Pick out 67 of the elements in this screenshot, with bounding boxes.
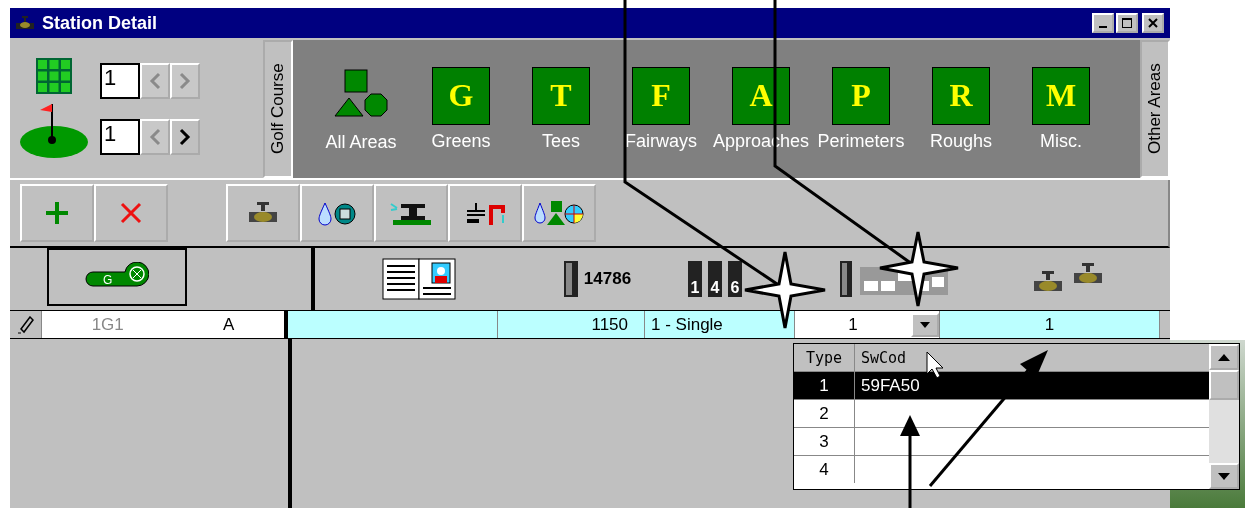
- id-card-icon: [382, 258, 458, 300]
- water-timer-icon: [317, 200, 357, 226]
- add-button[interactable]: [20, 184, 94, 242]
- scrollbar[interactable]: [1209, 344, 1239, 489]
- number-field[interactable]: 1: [100, 63, 140, 99]
- valve-icon: [16, 15, 34, 31]
- close-icon: [119, 201, 143, 225]
- chevron-left-icon: [149, 128, 161, 146]
- formula-button[interactable]: [448, 184, 522, 242]
- area-letter-tile: T: [532, 66, 590, 125]
- chevron-right-icon: [179, 72, 191, 90]
- area-button[interactable]: All Areas: [311, 65, 411, 153]
- area-button[interactable]: G Greens: [411, 66, 511, 152]
- area-button[interactable]: M Misc.: [1011, 66, 1111, 152]
- minimize-icon: [1099, 26, 1107, 28]
- area-button[interactable]: F Fairways: [611, 66, 711, 152]
- area-letter-tile: P: [832, 66, 890, 125]
- list-row[interactable]: 4: [794, 455, 1209, 483]
- valves-cell: 1: [940, 311, 1160, 338]
- window-title: Station Detail: [42, 12, 158, 34]
- water-shapes-icon: [533, 199, 585, 227]
- next-button[interactable]: [170, 119, 200, 155]
- area-button[interactable]: R Roughs: [911, 66, 1011, 152]
- mixed-areas-button[interactable]: [522, 184, 596, 242]
- caret-down-icon: [1218, 472, 1230, 480]
- maximize-button[interactable]: [1116, 13, 1138, 33]
- caret-down-icon: [920, 321, 930, 328]
- grid-icon: [36, 58, 72, 94]
- number-field[interactable]: 1: [100, 119, 140, 155]
- close-icon: [1148, 18, 1158, 28]
- sparkle-icon: [878, 230, 960, 308]
- maximize-icon: [1122, 18, 1132, 28]
- digit-indicator: 6: [728, 261, 742, 297]
- chevron-right-icon: [179, 128, 191, 146]
- caret-up-icon: [1218, 353, 1230, 361]
- tag-letter: G: [103, 274, 113, 287]
- other-areas-tab[interactable]: Other Areas: [1140, 40, 1170, 178]
- total-count: 14786: [583, 269, 632, 289]
- station-cell: 1G1: [91, 314, 124, 335]
- mode-cell: 1 - Single: [645, 311, 795, 338]
- meter-bar-icon: [563, 261, 578, 297]
- plus-icon: [44, 200, 70, 226]
- digit-indicator: 1: [688, 261, 702, 297]
- mouse-cursor-icon: [926, 351, 944, 379]
- type-dropdown[interactable]: 1: [795, 311, 940, 338]
- scrollbar-thumb[interactable]: [1209, 370, 1239, 400]
- minimize-button[interactable]: [1092, 13, 1114, 33]
- area-button[interactable]: T Tees: [511, 66, 611, 152]
- delete-button[interactable]: [94, 184, 168, 242]
- column-header: SwCod: [860, 347, 907, 369]
- area-letter-tile: G: [432, 66, 490, 125]
- digit-indicator: 4: [708, 261, 722, 297]
- chevron-left-icon: [149, 72, 161, 90]
- area-button[interactable]: P Perimeters: [811, 66, 911, 152]
- flow-cell: 1150: [498, 311, 645, 338]
- area-letter-tile: R: [932, 66, 990, 125]
- valve-button[interactable]: [226, 184, 300, 242]
- area-cell: A: [223, 314, 235, 335]
- sprinkler-icon: [389, 200, 433, 226]
- area-letter-tile: A: [732, 66, 790, 125]
- timer-button[interactable]: [300, 184, 374, 242]
- golf-course-tab[interactable]: Golf Course: [263, 40, 293, 178]
- sprinkler-button[interactable]: [374, 184, 448, 242]
- area-letter-tile: F: [632, 66, 690, 125]
- area-letter-tile: M: [1032, 66, 1090, 125]
- close-button[interactable]: [1142, 13, 1164, 33]
- pencil-icon: [17, 315, 34, 334]
